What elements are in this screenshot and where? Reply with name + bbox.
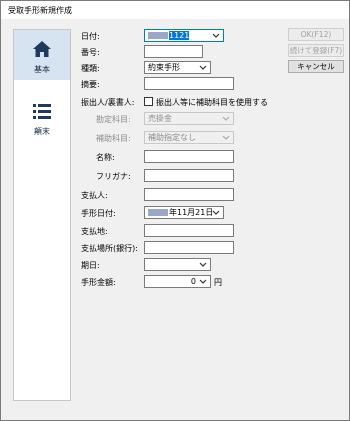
memo-label: 摘要: bbox=[81, 80, 100, 89]
payer-input[interactable] bbox=[144, 188, 234, 201]
pay-place-label: 支払地: bbox=[81, 227, 108, 236]
amount-field[interactable]: 0 bbox=[144, 275, 211, 288]
type-value: 約束手形 bbox=[148, 63, 180, 72]
account-select[interactable]: 売掛金 bbox=[144, 112, 234, 125]
pay-place-input[interactable] bbox=[144, 224, 234, 237]
chevron-down-icon bbox=[222, 135, 230, 140]
due-label: 期日: bbox=[81, 261, 100, 270]
date-value-obscured bbox=[148, 32, 168, 39]
furigana-input[interactable] bbox=[144, 169, 234, 182]
number-label: 番号: bbox=[81, 48, 100, 57]
subaccount-checkbox[interactable] bbox=[144, 97, 153, 106]
sidebar-item-label: 顛末 bbox=[34, 127, 50, 136]
type-select[interactable]: 約束手形 bbox=[144, 61, 211, 74]
memo-input[interactable] bbox=[144, 77, 234, 90]
title-bar: 受取手形新規作成 bbox=[1, 1, 349, 19]
account-value: 売掛金 bbox=[148, 114, 172, 123]
home-icon bbox=[33, 41, 51, 57]
sidebar-item-label: 基本 bbox=[34, 65, 50, 74]
chevron-down-icon bbox=[199, 65, 207, 70]
note-date-value: 年11月21日 bbox=[169, 208, 214, 217]
number-input[interactable] bbox=[144, 45, 203, 58]
list-icon bbox=[33, 104, 51, 119]
pay-bank-input[interactable] bbox=[144, 241, 234, 254]
name-label: 名称: bbox=[96, 153, 115, 162]
note-date-field[interactable]: 年11月21日 bbox=[144, 206, 224, 219]
chevron-down-icon[interactable] bbox=[199, 279, 207, 285]
date-label: 日付: bbox=[81, 32, 100, 41]
chevron-down-icon bbox=[199, 262, 207, 267]
subaccount-label: 補助科目: bbox=[96, 134, 131, 143]
ok-button[interactable]: OK(F12) bbox=[288, 28, 344, 41]
sidebar: 基本 顛末 bbox=[13, 29, 71, 401]
account-label: 勘定科目: bbox=[96, 115, 131, 124]
date-field[interactable]: 1121 bbox=[144, 29, 224, 42]
subaccount-value: 補助指定なし bbox=[148, 133, 196, 142]
note-date-label: 手形日付: bbox=[81, 209, 116, 218]
chevron-down-icon[interactable] bbox=[212, 33, 220, 39]
note-date-obscured bbox=[148, 209, 168, 216]
amount-label: 手形金額: bbox=[81, 278, 116, 287]
subaccount-checkbox-label: 振出人等に補助科目を使用する bbox=[156, 98, 268, 107]
continue-register-button[interactable]: 続けて登録(F7) bbox=[288, 44, 344, 57]
amount-value: 0 bbox=[190, 277, 196, 286]
due-select[interactable] bbox=[144, 258, 211, 271]
cancel-button[interactable]: キャンセル bbox=[288, 60, 344, 73]
window-title: 受取手形新規作成 bbox=[8, 6, 72, 15]
furigana-label: フリガナ: bbox=[96, 172, 131, 181]
subaccount-select[interactable]: 補助指定なし bbox=[144, 131, 234, 144]
chevron-down-icon[interactable] bbox=[212, 210, 220, 216]
sidebar-item-basic[interactable]: 基本 bbox=[14, 30, 70, 80]
payer-label: 支払人: bbox=[81, 191, 108, 200]
date-value: 1121 bbox=[169, 31, 190, 40]
drawer-label: 振出人/裏書人: bbox=[81, 98, 135, 107]
name-input[interactable] bbox=[144, 150, 234, 163]
amount-unit: 円 bbox=[214, 278, 222, 287]
chevron-down-icon bbox=[222, 116, 230, 121]
type-label: 種類: bbox=[81, 64, 100, 73]
dialog-window: 受取手形新規作成 基本 顛末 OK(F12) 続けて登録(F7) キャンセル 日… bbox=[0, 0, 350, 421]
sidebar-item-outcome[interactable]: 顛末 bbox=[14, 92, 70, 142]
pay-bank-label: 支払場所(銀行): bbox=[81, 244, 138, 253]
